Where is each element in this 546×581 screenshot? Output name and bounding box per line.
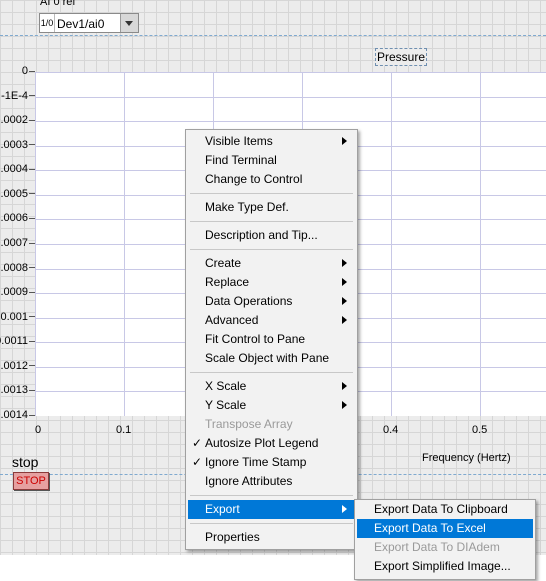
- menu-item-make-type-def[interactable]: Make Type Def.: [188, 198, 355, 217]
- menu-item-label: Scale Object with Pane: [205, 351, 330, 365]
- menu-item-label: Export Data To DIAdem: [374, 540, 500, 554]
- x-tick-label: 0.5: [472, 424, 488, 436]
- channel-label: AI 0 ref: [40, 0, 76, 8]
- menu-item-change-to-control[interactable]: Change to Control: [188, 170, 355, 189]
- export-submenu: Export Data To Clipboard Export Data To E…: [354, 499, 536, 580]
- x-axis-label: Frequency (Hertz): [422, 452, 511, 464]
- menu-separator: [190, 221, 353, 222]
- menu-item-fit-control-to-pane[interactable]: Fit Control to Pane: [188, 330, 355, 349]
- menu-item-label: Transpose Array: [205, 417, 293, 431]
- submenu-arrow-icon: [342, 382, 347, 390]
- menu-item-label: Export Simplified Image...: [374, 559, 511, 573]
- menu-item-find-terminal[interactable]: Find Terminal: [188, 151, 355, 170]
- menu-item-label: X Scale: [205, 379, 247, 393]
- menu-item-label: Y Scale: [205, 398, 247, 412]
- io-icon: 1/0: [40, 14, 55, 32]
- y-tick-label: 0.0013: [0, 384, 35, 396]
- y-tick-label: 0.0007: [0, 237, 35, 249]
- y-tick-label: 0.0006: [0, 212, 35, 224]
- menu-item-transpose-array: Transpose Array: [188, 415, 355, 434]
- submenu-arrow-icon: [342, 278, 347, 286]
- menu-separator: [190, 523, 353, 524]
- checkmark-icon: ✓: [192, 455, 203, 469]
- y-tick-label: 0: [22, 65, 35, 77]
- menu-item-label: Autosize Plot Legend: [205, 436, 319, 450]
- menu-item-export-data-to-diadem: Export Data To DIAdem: [357, 538, 533, 557]
- menu-item-autosize-plot-legend[interactable]: ✓ Autosize Plot Legend: [188, 434, 355, 453]
- menu-item-label: Export Data To Excel: [374, 521, 486, 535]
- menu-item-ignore-time-stamp[interactable]: ✓ Ignore Time Stamp: [188, 453, 355, 472]
- dropdown-arrow-icon[interactable]: [120, 14, 138, 32]
- stop-button[interactable]: STOP: [13, 472, 49, 490]
- y-tick-label: 0.0005: [0, 188, 35, 200]
- plot-legend[interactable]: Pressure: [375, 48, 428, 66]
- menu-item-y-scale[interactable]: Y Scale: [188, 396, 355, 415]
- menu-separator: [190, 495, 353, 496]
- menu-item-advanced[interactable]: Advanced: [188, 311, 355, 330]
- menu-item-label: Ignore Attributes: [205, 474, 293, 488]
- menu-item-export-simplified-image[interactable]: Export Simplified Image...: [357, 557, 533, 576]
- menu-item-label: Fit Control to Pane: [205, 332, 306, 346]
- menu-item-description-and-tip[interactable]: Description and Tip...: [188, 226, 355, 245]
- submenu-arrow-icon: [342, 137, 347, 145]
- menu-item-export-data-to-clipboard[interactable]: Export Data To Clipboard: [357, 500, 533, 519]
- menu-item-export[interactable]: Export: [188, 500, 355, 519]
- submenu-arrow-icon: [342, 259, 347, 267]
- checkmark-icon: ✓: [192, 436, 203, 450]
- menu-item-ignore-attributes[interactable]: Ignore Attributes: [188, 472, 355, 491]
- menu-item-label: Advanced: [205, 313, 259, 327]
- menu-item-label: Properties: [205, 530, 260, 544]
- stop-label: stop: [12, 454, 39, 470]
- menu-item-label: Export: [205, 502, 240, 516]
- submenu-arrow-icon: [342, 401, 347, 409]
- menu-separator: [190, 249, 353, 250]
- menu-item-label: Find Terminal: [205, 153, 277, 167]
- pane-divider-top: [0, 35, 546, 36]
- submenu-arrow-icon: [342, 505, 347, 513]
- y-tick-label: -0.001: [0, 311, 35, 323]
- menu-item-label: Description and Tip...: [205, 228, 318, 242]
- submenu-arrow-icon: [342, 316, 347, 324]
- menu-item-label: Change to Control: [205, 172, 303, 186]
- y-tick-label: -1E-4: [1, 90, 35, 102]
- y-tick-label: 0.0011: [0, 335, 35, 347]
- y-tick-label: 0.0003: [0, 139, 35, 151]
- x-tick-label: 0.4: [383, 424, 399, 436]
- menu-item-create[interactable]: Create: [188, 254, 355, 273]
- menu-item-label: Replace: [205, 275, 250, 289]
- menu-item-properties[interactable]: Properties: [188, 528, 355, 547]
- menu-item-label: Create: [205, 256, 242, 270]
- y-tick-label: 0.0012: [0, 360, 35, 372]
- menu-item-label: Make Type Def.: [205, 200, 289, 214]
- y-tick-label: 0.0014: [0, 409, 35, 421]
- y-tick-label: 0.0002: [0, 114, 35, 126]
- menu-separator: [190, 193, 353, 194]
- y-tick-label: 0.0009: [0, 286, 35, 298]
- y-tick-label: 0.0004: [0, 163, 35, 175]
- x-tick-label: 0.1: [116, 424, 132, 436]
- menu-item-label: Export Data To Clipboard: [374, 502, 508, 516]
- menu-item-data-operations[interactable]: Data Operations: [188, 292, 355, 311]
- menu-item-label: Data Operations: [205, 294, 293, 308]
- menu-item-scale-object-with-pane[interactable]: Scale Object with Pane: [188, 349, 355, 368]
- channel-value: Dev1/ai0: [57, 17, 105, 31]
- menu-separator: [190, 372, 353, 373]
- menu-item-export-data-to-excel[interactable]: Export Data To Excel: [357, 519, 533, 538]
- menu-item-label: Ignore Time Stamp: [205, 455, 307, 469]
- menu-item-x-scale[interactable]: X Scale: [188, 377, 355, 396]
- submenu-arrow-icon: [342, 297, 347, 305]
- context-menu: Visible Items Find Terminal Change to Cont…: [185, 129, 358, 550]
- y-tick-label: 0.0008: [0, 262, 35, 274]
- menu-item-label: Visible Items: [205, 134, 273, 148]
- channel-selector[interactable]: 1/0 Dev1/ai0: [39, 13, 139, 33]
- menu-item-visible-items[interactable]: Visible Items: [188, 132, 355, 151]
- menu-item-replace[interactable]: Replace: [188, 273, 355, 292]
- y-axis: 0 -1E-4 0.0002 0.0003 0.0004 0.0005 0.0006 0.00…: [0, 0, 35, 430]
- x-tick-label: 0: [35, 424, 42, 436]
